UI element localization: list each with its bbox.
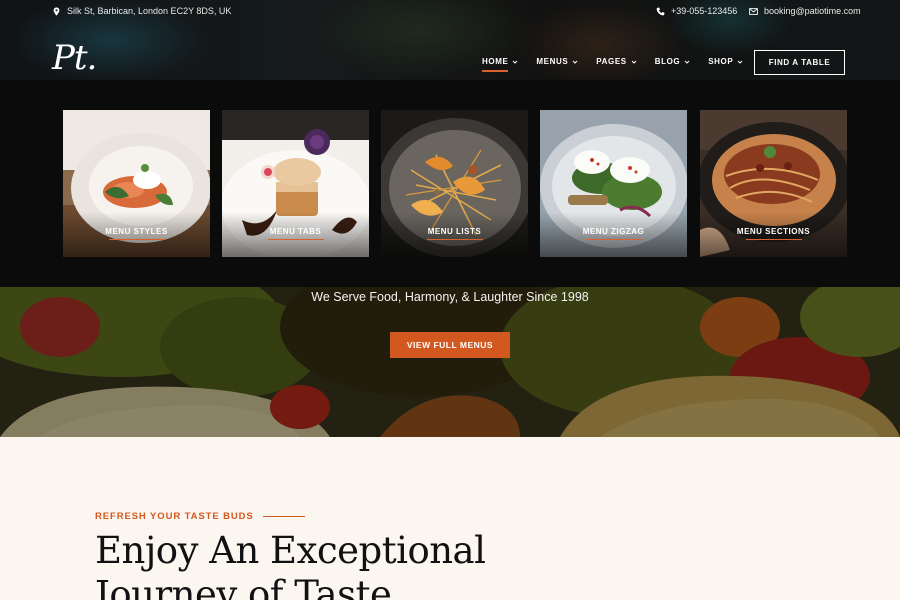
nav-label: PAGES — [596, 57, 627, 66]
find-a-table-button[interactable]: FIND A TABLE — [754, 50, 845, 75]
chevron-down-icon — [513, 60, 518, 64]
phone-icon — [656, 7, 665, 15]
top-info-bar: Silk St, Barbican, London EC2Y 8DS, UK +… — [0, 0, 900, 22]
card-underline — [585, 239, 642, 240]
headline-line-1: Enjoy An Exceptional — [95, 529, 486, 572]
site-logo[interactable]: Pt. — [52, 38, 97, 78]
hero-overlay — [0, 287, 900, 437]
view-full-menus-button[interactable]: VIEW FULL MENUS — [390, 332, 510, 358]
nav-item-home[interactable]: HOME — [482, 57, 518, 72]
headline-line-2: Journey of Taste — [95, 573, 392, 600]
email-text[interactable]: booking@patiotime.com — [764, 6, 861, 16]
envelope-icon — [749, 7, 758, 15]
location-pin-icon — [53, 6, 60, 16]
card-label: MENU ZIGZAG — [582, 227, 645, 236]
nav-label: BLOG — [654, 57, 681, 66]
card-underline — [267, 239, 324, 240]
menu-card-zigzag[interactable]: MENU ZIGZAG — [540, 110, 687, 257]
nav-label: HOME — [482, 57, 509, 66]
nav-label: MENUS — [536, 57, 569, 66]
phone-info[interactable]: +39-055-123456 — [656, 6, 737, 16]
card-label: MENU SECTIONS — [736, 227, 811, 236]
chevron-down-icon — [631, 60, 637, 64]
nav-item-menus[interactable]: MENUS — [536, 57, 578, 66]
email-info[interactable]: booking@patiotime.com — [749, 6, 861, 16]
section-headline: Enjoy An Exceptional Journey of Taste — [95, 529, 595, 600]
menu-card-sections[interactable]: MENU SECTIONS — [700, 110, 847, 257]
menus-mega-dropdown: MENU STYLES MENU TABS MENU LISTS MENU ZI… — [0, 80, 900, 287]
chevron-down-icon — [737, 60, 743, 64]
card-label: MENU LISTS — [427, 227, 482, 236]
card-label: MENU TABS — [269, 227, 322, 236]
nav-item-pages[interactable]: PAGES — [596, 57, 637, 66]
hero-section: We Serve Food, Harmony, & Laughter Since… — [0, 287, 900, 437]
card-underline — [426, 239, 483, 240]
card-underline — [745, 239, 802, 240]
card-label: MENU STYLES — [105, 227, 168, 236]
phone-text[interactable]: +39-055-123456 — [671, 6, 737, 16]
chevron-down-icon — [572, 60, 578, 64]
menu-card-styles[interactable]: MENU STYLES — [63, 110, 210, 257]
main-navigation: HOME MENUS PAGES BLOG SHOP — [482, 57, 743, 72]
nav-label: SHOP — [708, 57, 734, 66]
address-info: Silk St, Barbican, London EC2Y 8DS, UK — [52, 6, 231, 16]
nav-item-shop[interactable]: SHOP — [708, 57, 743, 66]
menu-card-tabs[interactable]: MENU TABS — [222, 110, 369, 257]
menu-card-lists[interactable]: MENU LISTS — [381, 110, 528, 257]
address-text: Silk St, Barbican, London EC2Y 8DS, UK — [67, 6, 232, 16]
nav-item-blog[interactable]: BLOG — [655, 57, 691, 66]
chevron-down-icon — [684, 60, 690, 64]
section-eyebrow: REFRESH YOUR TASTE BUDS — [95, 511, 254, 522]
hero-tagline: We Serve Food, Harmony, & Laughter Since… — [311, 290, 589, 304]
eyebrow-divider — [263, 516, 305, 517]
card-underline — [108, 239, 165, 240]
intro-section: REFRESH YOUR TASTE BUDS Enjoy An Excepti… — [0, 437, 900, 600]
